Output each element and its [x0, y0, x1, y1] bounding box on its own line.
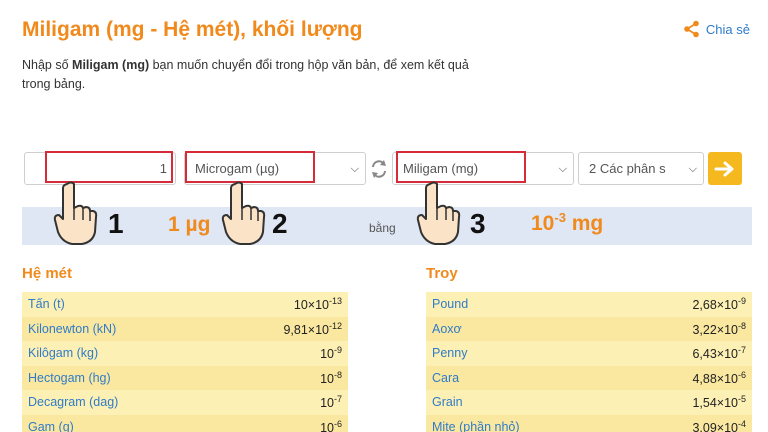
table-row: Decagram (dag) 10-7	[22, 390, 348, 415]
step-number: 3	[470, 208, 486, 239]
unit-link[interactable]: Mite (phần nhỏ)	[432, 420, 520, 432]
to-unit-value: Miligam (mg)	[403, 161, 479, 176]
convert-button[interactable]	[708, 152, 742, 185]
section-title-troy: Troy	[426, 265, 458, 282]
unit-value: 9,81×10-12	[283, 320, 342, 337]
hand-pointer-icon	[416, 181, 461, 245]
unit-link[interactable]: Pound	[432, 297, 468, 311]
unit-name-bold: Miligam (mg)	[72, 58, 150, 72]
table-row: Mite (phần nhỏ) 3,09×10-4	[426, 414, 752, 432]
unit-value: 3,09×10-4	[692, 418, 746, 432]
table-row: Tấn (t) 10×10-13	[22, 292, 348, 317]
unit-link[interactable]: Cara	[432, 371, 459, 385]
unit-value: 10-8	[320, 369, 342, 386]
chevron-down-icon: ⌵	[350, 163, 359, 175]
from-unit-select[interactable]: Microgam (µg) ⌵	[184, 152, 366, 185]
chevron-down-icon: ⌵	[558, 163, 567, 175]
precision-select[interactable]: 2 Các phân s ⌵	[578, 152, 704, 185]
table-row: Pound 2,68×10-9	[426, 292, 752, 317]
table-row: Hectogam (hg) 10-8	[22, 365, 348, 390]
unit-value: 6,43×10-7	[692, 345, 746, 362]
hand-pointer-icon	[221, 181, 266, 245]
table-row: Gam (g) 10-6	[22, 414, 348, 432]
table-row: Kilonewton (kN) 9,81×10-12	[22, 316, 348, 341]
hand-pointer-icon	[53, 181, 98, 245]
result-equals-label: bằng	[369, 221, 396, 235]
precision-value: 2 Các phân s	[589, 161, 666, 176]
arrow-right-icon	[714, 161, 734, 176]
section-title-metric: Hệ mét	[22, 265, 73, 282]
unit-value: 2,68×10-9	[692, 296, 746, 313]
swap-icon[interactable]	[369, 158, 389, 180]
instruction-text: Nhập số Miligam (mg) bạn muốn chuyển đổi…	[22, 58, 469, 91]
unit-link[interactable]: Kilonewton (kN)	[28, 322, 116, 336]
table-row: Grain 1,54×10-5	[426, 390, 752, 415]
unit-link[interactable]: Penny	[432, 346, 467, 360]
value-input-text: 1	[159, 161, 167, 176]
step-number: 1	[108, 208, 124, 239]
page-title: Miligam (mg - Hệ mét), khối lượng	[22, 18, 363, 41]
share-label: Chia sẻ	[705, 21, 750, 37]
unit-link[interactable]: Kilôgam (kg)	[28, 346, 98, 360]
troy-table: Pound 2,68×10-9 Aoxơ 3,22×10-8 Penny 6,43×10-…	[426, 292, 752, 432]
metric-table: Tấn (t) 10×10-13 Kilonewton (kN) 9,81×10-12…	[22, 292, 348, 432]
unit-value: 1,54×10-5	[692, 394, 746, 411]
chevron-down-icon: ⌵	[688, 163, 697, 175]
unit-value: 3,22×10-8	[692, 320, 746, 337]
share-button[interactable]: Chia sẻ	[683, 20, 750, 38]
from-unit-value: Microgam (µg)	[195, 161, 280, 176]
unit-link[interactable]: Tấn (t)	[28, 297, 65, 311]
value-input[interactable]: 1	[24, 152, 176, 185]
unit-link[interactable]: Hectogam (hg)	[28, 371, 111, 385]
share-icon	[684, 20, 699, 38]
result-to: 10-3 mg	[531, 210, 604, 235]
table-row: Kilôgam (kg) 10-9	[22, 341, 348, 366]
unit-link[interactable]: Gam (g)	[28, 420, 74, 432]
table-row: Penny 6,43×10-7	[426, 341, 752, 366]
unit-value: 10-6	[320, 418, 342, 432]
unit-link[interactable]: Grain	[432, 395, 463, 409]
unit-value: 4,88×10-6	[692, 369, 746, 386]
table-row: Aoxơ 3,22×10-8	[426, 316, 752, 341]
table-row: Cara 4,88×10-6	[426, 365, 752, 390]
unit-link[interactable]: Decagram (dag)	[28, 395, 118, 409]
step-number: 2	[272, 208, 288, 239]
result-from: 1 µg	[168, 213, 211, 236]
unit-value: 10-7	[320, 394, 342, 411]
unit-link[interactable]: Aoxơ	[432, 322, 462, 336]
unit-value: 10-9	[320, 345, 342, 362]
unit-value: 10×10-13	[293, 296, 342, 313]
